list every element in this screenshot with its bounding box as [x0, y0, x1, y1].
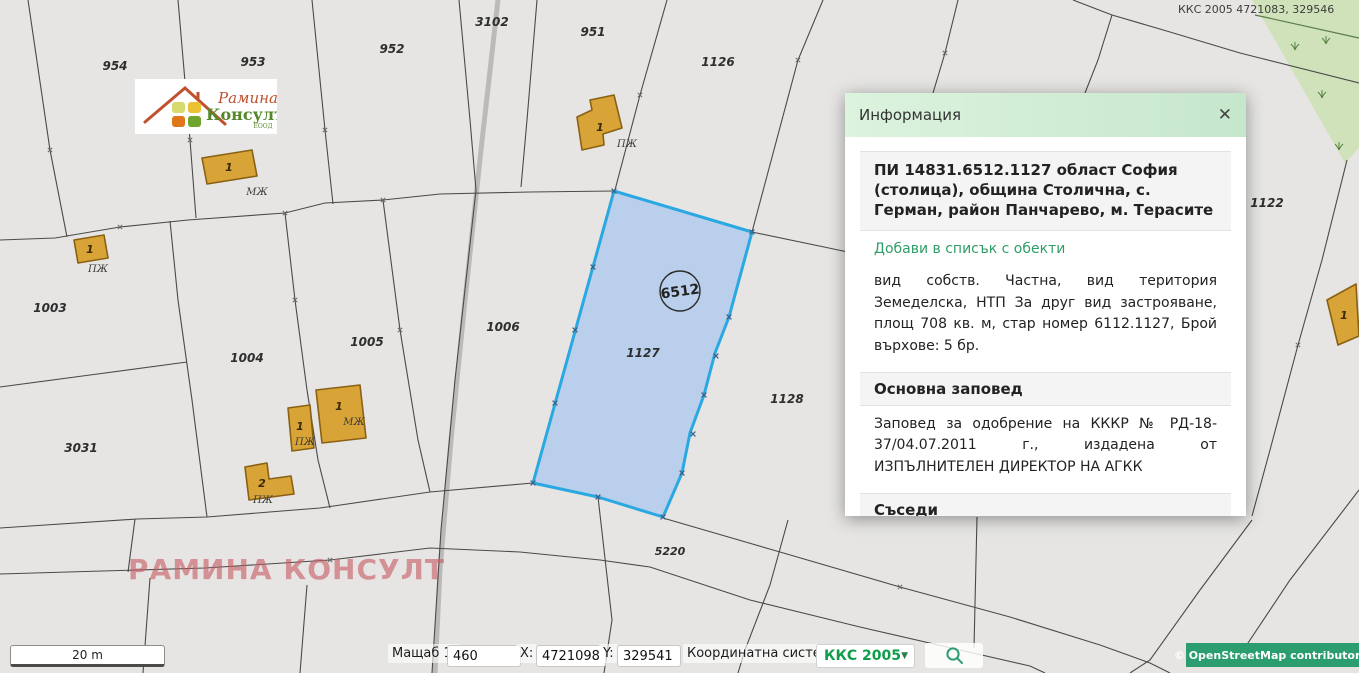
svg-text:3031: 3031 — [64, 441, 97, 455]
svg-text:1126: 1126 — [701, 55, 734, 69]
info-panel-body: ПИ 14831.6512.1127 област София (столица… — [845, 137, 1246, 516]
logo-line3: ЕООД — [253, 123, 272, 130]
svg-text:1122: 1122 — [1250, 196, 1283, 210]
add-to-list-link[interactable]: Добави в списък с обекти — [860, 231, 1231, 263]
svg-text:ПЖ: ПЖ — [616, 139, 638, 150]
svg-text:3102: 3102 — [475, 15, 508, 29]
property-details: вид собств. Частна, вид територия Земеде… — [860, 263, 1231, 368]
property-title: ПИ 14831.6512.1127 област София (столица… — [860, 151, 1231, 231]
search-icon — [945, 646, 964, 665]
building — [316, 385, 366, 443]
svg-text:1003: 1003 — [33, 301, 66, 315]
search-button[interactable] — [925, 643, 983, 668]
company-logo: Рамина Консулт ЕООД — [135, 79, 277, 134]
svg-text:1: 1 — [335, 400, 343, 413]
svg-text:1: 1 — [86, 243, 94, 256]
svg-text:1128: 1128 — [770, 392, 803, 406]
info-panel: Информация ✕ ПИ 14831.6512.1127 област С… — [845, 93, 1246, 516]
logo-graphic: Рамина Консулт ЕООД — [135, 79, 277, 134]
svg-text:953: 953 — [240, 55, 265, 69]
svg-text:1: 1 — [225, 161, 233, 174]
y-coordinate-label: Y: — [599, 644, 618, 663]
svg-text:1006: 1006 — [486, 320, 519, 334]
svg-text:1: 1 — [596, 121, 604, 134]
watermark-text: РАМИНА КОНСУЛТ — [128, 553, 445, 586]
logo-line2: Консулт — [206, 105, 277, 124]
svg-text:1005: 1005 — [350, 335, 383, 349]
order-text: Заповед за одобрение на КККР № РД-18-37/… — [860, 406, 1231, 489]
svg-text:ПЖ: ПЖ — [294, 437, 316, 448]
svg-text:МЖ: МЖ — [342, 417, 365, 428]
osm-attribution[interactable]: © OpenStreetMap contributors. — [1186, 643, 1359, 667]
svg-text:ПЖ: ПЖ — [252, 495, 274, 506]
svg-text:952: 952 — [379, 42, 404, 56]
x-coordinate-input[interactable] — [536, 645, 606, 667]
svg-text:5220: 5220 — [655, 545, 686, 558]
scale-input[interactable] — [447, 645, 521, 667]
svg-text:МЖ: МЖ — [245, 187, 268, 198]
svg-text:2: 2 — [258, 477, 266, 490]
svg-text:951: 951 — [580, 25, 605, 39]
svg-text:1: 1 — [1340, 309, 1348, 322]
scale-bar: 20 m — [10, 645, 165, 667]
chevron-down-icon: ▼ — [901, 651, 914, 661]
crs-dropdown[interactable]: ККС 2005 ▼ — [816, 644, 915, 668]
info-panel-header: Информация ✕ — [845, 93, 1246, 137]
neighbors-section-header: Съседи — [860, 493, 1231, 516]
crs-selected-value: ККС 2005 — [817, 648, 901, 664]
svg-text:1004: 1004 — [230, 351, 263, 365]
info-panel-title: Информация — [859, 106, 1218, 124]
svg-text:1: 1 — [296, 420, 304, 433]
y-coordinate-input[interactable] — [617, 645, 681, 667]
x-coordinate-label: X: — [516, 644, 537, 663]
cursor-coordinates-readout: ККС 2005 4721083, 329546 — [1178, 3, 1334, 16]
order-section-header: Основна заповед — [860, 372, 1231, 406]
svg-text:ПЖ: ПЖ — [87, 264, 109, 275]
selected-parcel-number: 1127 — [626, 346, 660, 360]
close-icon[interactable]: ✕ — [1218, 107, 1232, 124]
svg-text:954: 954 — [102, 59, 127, 73]
